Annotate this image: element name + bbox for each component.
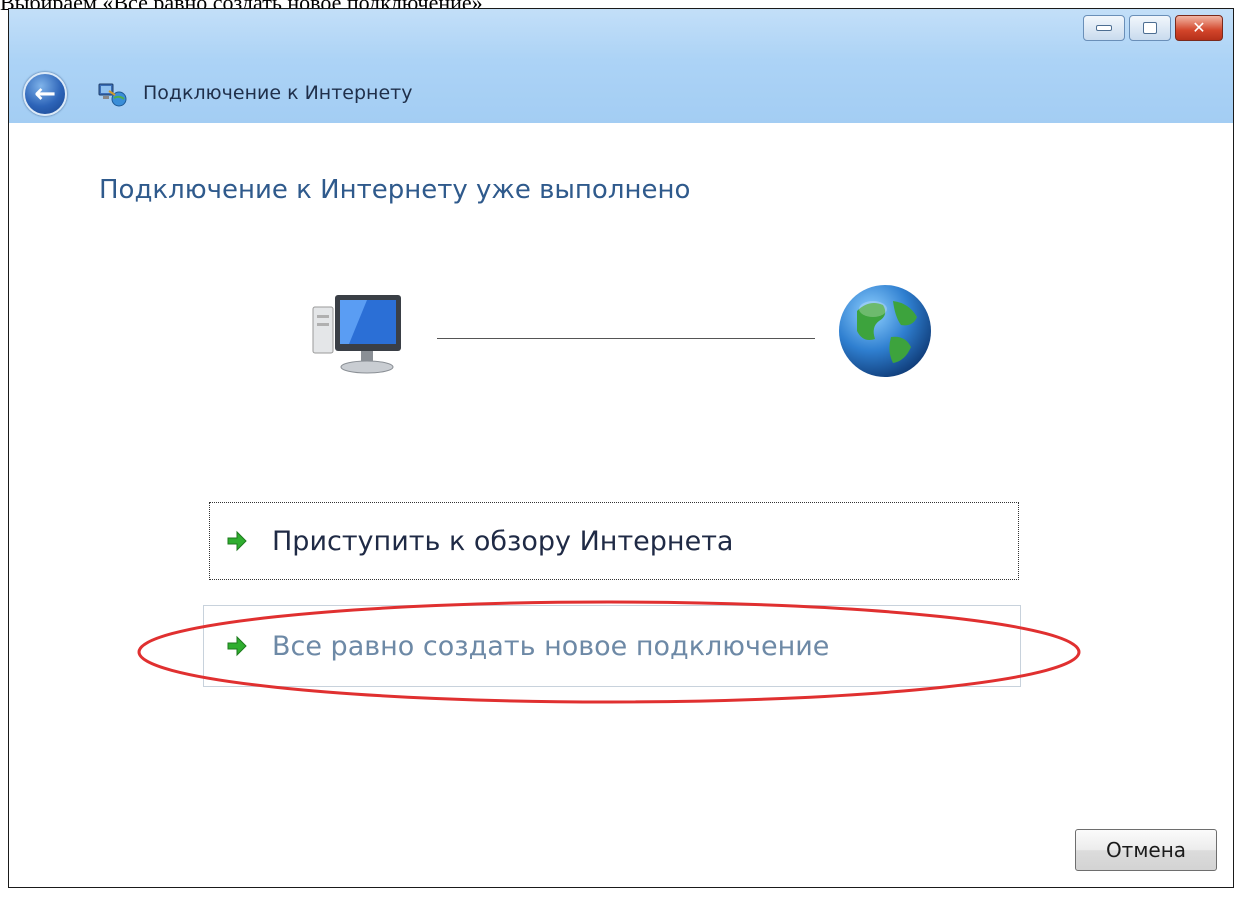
- connect-internet-window: ✕ ← Подключение к Интернету Подключение …: [8, 8, 1234, 888]
- maximize-icon: [1143, 22, 1157, 34]
- window-controls: ✕: [1083, 15, 1223, 41]
- browse-internet-command[interactable]: Приступить к обзору Интернета: [209, 502, 1019, 580]
- create-new-connection-command[interactable]: Все равно создать новое подключение: [203, 605, 1021, 687]
- globe-icon: [839, 285, 931, 377]
- minimize-icon: [1096, 25, 1112, 31]
- connection-line: [437, 338, 815, 339]
- browse-internet-label: Приступить к обзору Интернета: [272, 525, 734, 557]
- close-button[interactable]: ✕: [1175, 15, 1223, 41]
- cancel-button[interactable]: Отмена: [1075, 829, 1217, 871]
- window-title: Подключение к Интернету: [143, 82, 413, 104]
- computer-icon: [312, 295, 401, 374]
- maximize-button[interactable]: [1129, 15, 1171, 41]
- create-new-connection-label: Все равно создать новое подключение: [272, 630, 830, 662]
- back-button[interactable]: ←: [23, 72, 67, 116]
- title-bar: ✕ ← Подключение к Интернету: [9, 9, 1233, 123]
- back-arrow-icon: ←: [34, 79, 56, 109]
- close-icon: ✕: [1192, 18, 1206, 37]
- green-arrow-icon: [227, 635, 247, 657]
- minimize-button[interactable]: [1083, 15, 1125, 41]
- page-heading: Подключение к Интернету уже выполнено: [99, 175, 691, 205]
- network-connection-icon: [98, 83, 127, 107]
- green-arrow-icon: [227, 530, 247, 552]
